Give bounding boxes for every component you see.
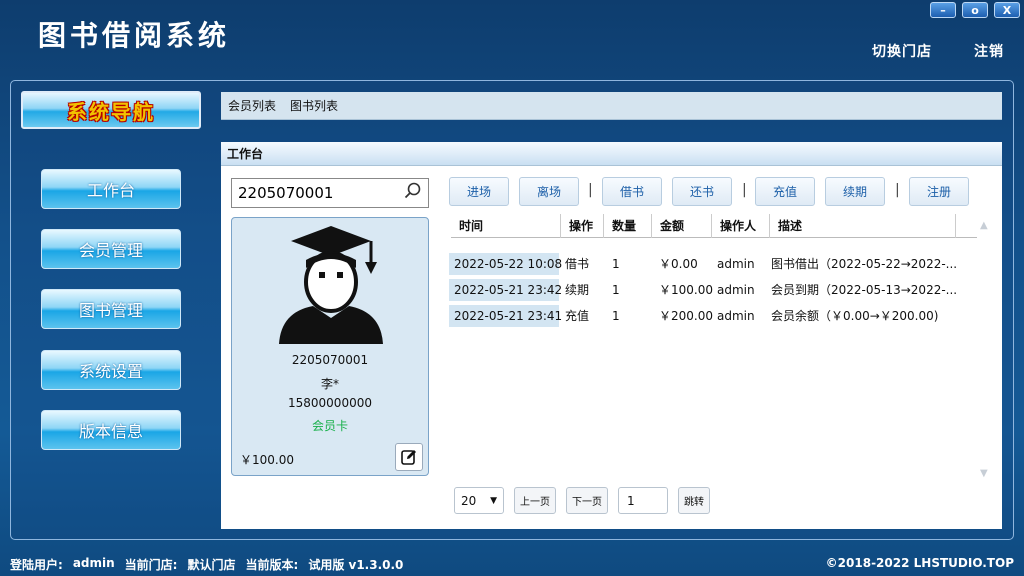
cell-operator: admin: [717, 309, 755, 323]
separator: |: [895, 182, 900, 198]
column-header-quantity[interactable]: 数量: [604, 214, 652, 238]
store-label: 当前门店:: [124, 558, 178, 572]
tab-member-list[interactable]: 会员列表: [228, 97, 276, 114]
version-label: 当前版本:: [245, 558, 299, 572]
column-header-operation[interactable]: 操作: [561, 214, 604, 238]
return-button[interactable]: 还书: [672, 177, 732, 206]
member-phone: 15800000000: [288, 396, 372, 410]
leave-button[interactable]: 离场: [519, 177, 579, 206]
cell-description: 会员到期（2022-05-13→2022-...: [771, 283, 958, 297]
store-value: 默认门店: [187, 558, 236, 572]
cell-time: 2022-05-21 23:41: [449, 305, 562, 327]
cell-time: 2022-05-21 23:42: [449, 279, 562, 301]
edit-member-button[interactable]: [395, 443, 423, 471]
jump-button[interactable]: 跳转: [678, 487, 710, 514]
status-bar: 登陆用户: admin 当前门店: 默认门店 当前版本: 试用版 v1.3.0.…: [10, 556, 403, 573]
user-value: admin: [72, 556, 115, 570]
minimize-button[interactable]: –: [930, 2, 956, 18]
borrow-button[interactable]: 借书: [602, 177, 662, 206]
cell-time: 2022-05-22 10:08: [449, 253, 562, 275]
tab-book-list[interactable]: 图书列表: [290, 97, 338, 114]
workbench-panel: 工作台 2205070001 李* 15800000000 会员卡 ￥100.0…: [221, 142, 1002, 529]
top-links: 切换门店 注销: [872, 41, 1004, 61]
cell-operation: 充值: [565, 309, 590, 323]
search-icon[interactable]: [404, 182, 422, 204]
copyright: ©2018-2022 LHSTUDIO.TOP: [825, 556, 1014, 570]
nav-book-button[interactable]: 图书管理: [41, 289, 181, 329]
cell-operator: admin: [717, 257, 755, 271]
member-card: 2205070001 李* 15800000000 会员卡 ￥100.00: [231, 217, 429, 476]
separator: |: [588, 182, 593, 198]
cell-operation: 续期: [565, 283, 590, 297]
member-name: 李*: [320, 377, 339, 391]
column-header-time[interactable]: 时间: [451, 214, 561, 238]
panel-title: 工作台: [221, 142, 1002, 166]
next-page-button[interactable]: 下一页: [566, 487, 608, 514]
column-header-description[interactable]: 描述: [770, 214, 956, 238]
cell-quantity: 1: [612, 309, 620, 323]
nav-version-button[interactable]: 版本信息: [41, 410, 181, 450]
tabs-bar: 会员列表 图书列表: [221, 92, 1002, 120]
window-controls: – o X: [930, 2, 1020, 18]
cell-amount: ￥100.00: [659, 283, 713, 297]
column-header-amount[interactable]: 金额: [652, 214, 712, 238]
column-header-operator[interactable]: 操作人: [712, 214, 770, 238]
edit-icon: [401, 450, 416, 465]
scroll-down-icon[interactable]: ▼: [980, 468, 988, 479]
nav-workbench-button[interactable]: 工作台: [41, 169, 181, 209]
scroll-up-icon[interactable]: ▲: [980, 220, 988, 231]
page-size-value: 20: [461, 493, 477, 508]
table-header: 时间 操作 数量 金额 操作人 描述: [451, 214, 977, 238]
prev-page-button[interactable]: 上一页: [514, 487, 556, 514]
user-label: 登陆用户:: [10, 558, 63, 572]
search-box: [231, 178, 429, 208]
page-size-select[interactable]: 20 ▼: [454, 487, 504, 514]
register-button[interactable]: 注册: [909, 177, 969, 206]
close-button[interactable]: X: [994, 2, 1020, 18]
member-id: 2205070001: [291, 353, 369, 367]
cell-amount: ￥200.00: [659, 309, 713, 323]
cell-quantity: 1: [612, 257, 620, 271]
logout-link[interactable]: 注销: [974, 41, 1004, 61]
app-title: 图书借阅系统: [38, 19, 231, 52]
separator: |: [742, 182, 747, 198]
recharge-button[interactable]: 充值: [755, 177, 815, 206]
cell-operation: 借书: [565, 257, 590, 271]
member-card-type: 会员卡: [311, 419, 348, 433]
cell-description: 图书借出（2022-05-22→2022-...: [771, 257, 958, 271]
cell-amount: ￥0.00: [659, 257, 698, 271]
search-input[interactable]: [238, 184, 398, 202]
renew-button[interactable]: 续期: [825, 177, 885, 206]
nav-member-button[interactable]: 会员管理: [41, 229, 181, 269]
page-number-input[interactable]: 1: [618, 487, 668, 514]
chevron-down-icon: ▼: [490, 495, 497, 506]
nav-settings-button[interactable]: 系统设置: [41, 350, 181, 390]
member-balance: ￥100.00: [240, 453, 294, 467]
cell-quantity: 1: [612, 283, 620, 297]
switch-store-link[interactable]: 切换门店: [872, 41, 932, 61]
restore-button[interactable]: o: [962, 2, 988, 18]
version-value: 试用版 v1.3.0.0: [308, 558, 404, 572]
member-avatar-icon: [279, 226, 383, 344]
cell-description: 会员余额（￥0.00→￥200.00): [771, 309, 939, 323]
enter-button[interactable]: 进场: [449, 177, 509, 206]
cell-operator: admin: [717, 283, 755, 297]
nav-title: 系统导航: [21, 91, 201, 129]
